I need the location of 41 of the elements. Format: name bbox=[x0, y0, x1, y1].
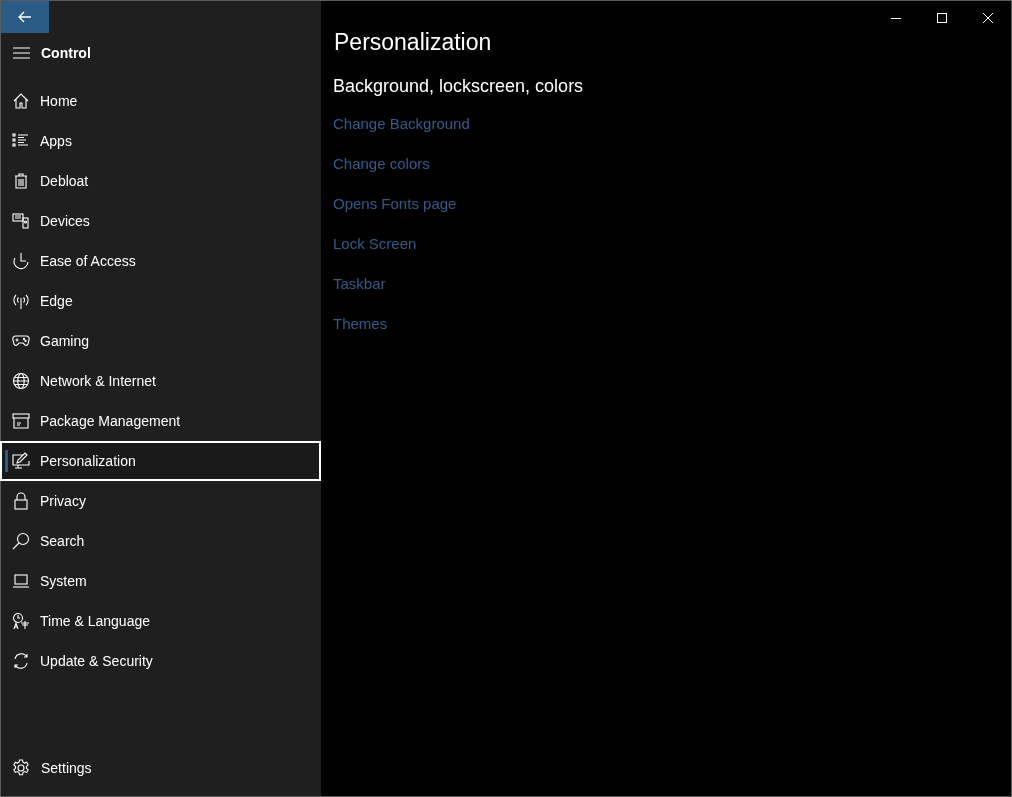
back-arrow-icon bbox=[18, 11, 32, 23]
menu-icon bbox=[12, 47, 30, 59]
nav-item[interactable]: Ease of Access bbox=[0, 241, 321, 281]
nav-item[interactable]: Devices bbox=[0, 201, 321, 241]
signal-icon bbox=[12, 292, 30, 310]
laptop-icon bbox=[12, 572, 30, 590]
nav-item[interactable]: Apps bbox=[0, 121, 321, 161]
trash-icon bbox=[12, 172, 30, 190]
nav-item[interactable]: Home bbox=[0, 81, 321, 121]
monitor-pen-icon bbox=[12, 452, 30, 470]
home-icon bbox=[12, 92, 30, 110]
list-icon bbox=[12, 132, 30, 150]
app-title: Control bbox=[41, 43, 91, 63]
settings-nav-item[interactable]: Settings bbox=[1, 748, 321, 788]
nav-item[interactable]: Network & Internet bbox=[0, 361, 321, 401]
globe-icon bbox=[12, 372, 30, 390]
close-icon bbox=[983, 13, 993, 23]
lock-icon bbox=[12, 492, 30, 510]
package-icon bbox=[12, 412, 30, 430]
page-title: Personalization bbox=[334, 28, 493, 56]
nav-item[interactable]: Update & Security bbox=[0, 641, 321, 681]
section-title: Background, lockscreen, colors bbox=[333, 75, 585, 98]
nav-item[interactable]: System bbox=[0, 561, 321, 601]
back-button[interactable] bbox=[1, 1, 49, 33]
nav-item[interactable]: Personalization bbox=[0, 441, 321, 481]
nav-item[interactable]: Privacy bbox=[0, 481, 321, 521]
nav-item[interactable]: Gaming bbox=[0, 321, 321, 361]
nav-item[interactable]: Debloat bbox=[0, 161, 321, 201]
clock-icon bbox=[12, 252, 30, 270]
settings-icon bbox=[12, 759, 30, 777]
nav-item[interactable]: Time & Language bbox=[0, 601, 321, 641]
refresh-icon bbox=[12, 652, 30, 670]
selection-indicator bbox=[5, 450, 8, 472]
keyboard-icon bbox=[12, 212, 30, 230]
maximize-icon bbox=[937, 13, 947, 23]
nav-item[interactable]: Edge bbox=[0, 281, 321, 321]
nav-item[interactable]: Package Management bbox=[0, 401, 321, 441]
nav-item[interactable]: Search bbox=[0, 521, 321, 561]
language-icon bbox=[12, 612, 30, 630]
minimize-icon bbox=[891, 17, 901, 19]
search-icon bbox=[12, 532, 30, 550]
